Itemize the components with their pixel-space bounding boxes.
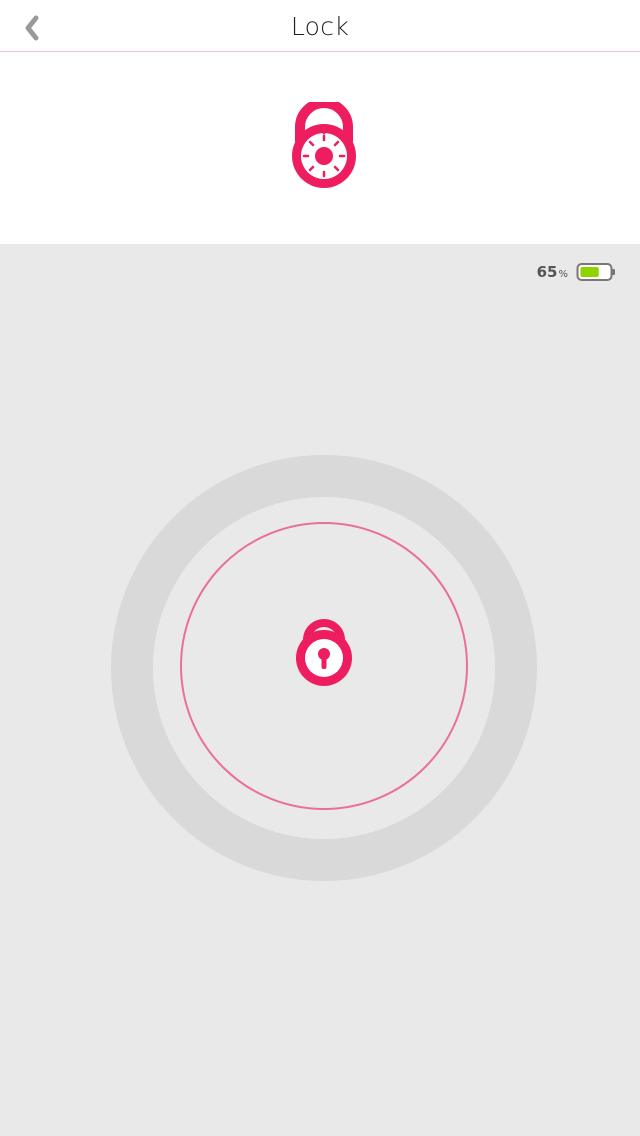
padlock-icon	[296, 619, 352, 686]
app-screen: Lock 65%	[0, 0, 640, 1136]
header-bar: Lock	[0, 0, 640, 52]
lock-toggle-button[interactable]	[111, 455, 537, 881]
page-title: Lock	[290, 12, 350, 41]
battery-percentage: 65%	[537, 263, 568, 282]
lock-control-graphic	[111, 455, 537, 881]
battery-status: 65%	[537, 262, 616, 282]
dial-lock-icon	[292, 102, 356, 188]
battery-fill	[580, 267, 599, 277]
battery-unit: %	[558, 268, 568, 280]
battery-icon	[576, 263, 615, 281]
lock-header-panel	[0, 52, 640, 244]
battery-value: 65	[536, 262, 558, 281]
